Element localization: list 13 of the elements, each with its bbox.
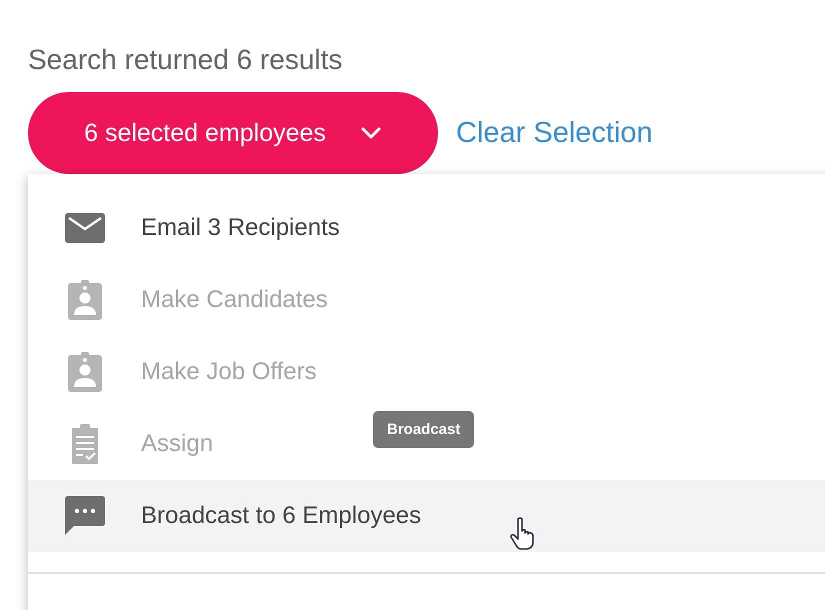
chat-bubble-icon: [64, 495, 106, 537]
id-badge-icon: [66, 351, 102, 393]
chevron-down-icon: [360, 126, 382, 140]
clear-selection-link[interactable]: Clear Selection: [456, 116, 653, 150]
menu-item[interactable]: Email 3 Recipients: [28, 192, 356, 264]
menu-item[interactable]: Broadcast to 6 Employees: [28, 480, 825, 552]
selection-dropdown-button[interactable]: 6 selected employees: [28, 92, 438, 174]
clipboard-icon: [70, 423, 98, 465]
hand-cursor-icon: [510, 517, 536, 551]
id-badge-icon: [66, 279, 102, 321]
tooltip: Broadcast: [373, 411, 474, 448]
envelope-icon: [64, 211, 106, 245]
results-count-text: Search returned 6 results: [27, 43, 344, 76]
